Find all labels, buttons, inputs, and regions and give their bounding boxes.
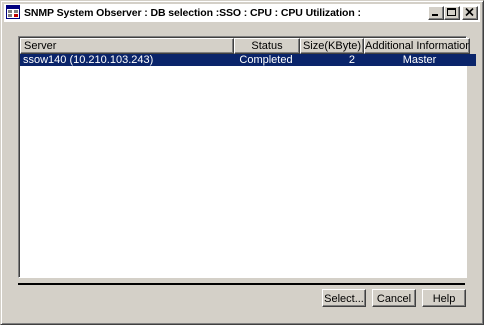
column-header-size[interactable]: Size(KByte) (300, 38, 364, 54)
close-icon (465, 8, 474, 17)
window-title: SNMP System Observer : DB selection :SSO… (24, 7, 361, 19)
cell-server: ssow140 (10.210.103.243) (23, 54, 154, 66)
column-header-additional-info[interactable]: Additional Information (364, 38, 470, 54)
table-row[interactable]: ssow140 (10.210.103.243) Completed 2 Mas… (20, 54, 476, 66)
dialog-window: SNMP System Observer : DB selection :SSO… (0, 0, 484, 325)
app-window-icon (4, 4, 24, 22)
cancel-button[interactable]: Cancel (372, 289, 416, 307)
cell-size: 2 (348, 54, 355, 66)
minimize-icon (432, 14, 438, 16)
title-buttons (428, 6, 478, 20)
server-list[interactable]: Server Status Size(KByte) Additional Inf… (18, 36, 476, 278)
maximize-button[interactable] (444, 6, 460, 20)
column-header-server[interactable]: Server (20, 38, 234, 54)
maximize-icon (447, 8, 456, 16)
cell-status: Completed (239, 54, 293, 66)
column-header-status[interactable]: Status (234, 38, 300, 54)
help-button[interactable]: Help (422, 289, 466, 307)
minimize-button[interactable] (428, 6, 444, 20)
close-button[interactable] (462, 6, 478, 20)
cell-additional-info: Master (402, 54, 437, 66)
list-header: Server Status Size(KByte) Additional Inf… (20, 38, 470, 54)
divider (18, 283, 465, 285)
title-bar[interactable]: SNMP System Observer : DB selection :SSO… (4, 4, 480, 22)
select-button[interactable]: Select... (322, 289, 366, 307)
